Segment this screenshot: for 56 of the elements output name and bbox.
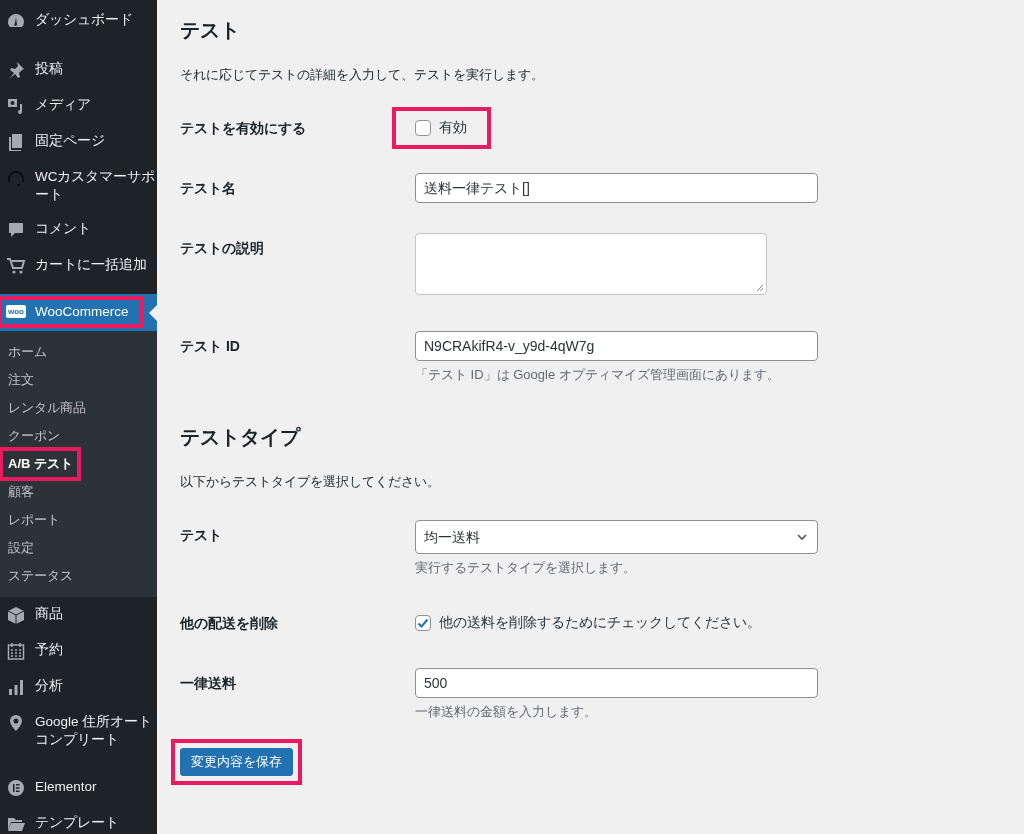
field-label: テスト (180, 526, 223, 545)
field-label: テスト名 (180, 179, 237, 198)
sidebar-item[interactable]: Google 住所オートコンプリート (0, 705, 157, 757)
section-heading: テスト (180, 18, 241, 42)
resize-handle-icon[interactable] (756, 284, 764, 292)
sidebar-item[interactable]: ダッシュボード (0, 3, 157, 39)
submenu-item[interactable]: 注文 (0, 366, 157, 394)
sidebar-item[interactable]: WCカスタマーサポート (0, 160, 157, 212)
sidebar-item[interactable]: 投稿 (0, 52, 157, 88)
submenu-item[interactable]: ホーム (0, 338, 157, 366)
sidebar-item[interactable]: カートに一括追加 (0, 248, 157, 284)
checkbox-option[interactable]: 有効 (415, 113, 467, 143)
sidebar-item[interactable]: woo WooCommerce (0, 294, 157, 331)
checkbox-option[interactable]: 他の送料を削除するためにチェックしてください。 (415, 608, 761, 638)
textarea-field[interactable] (415, 233, 767, 295)
elementor-icon (6, 778, 26, 798)
section-description: それに応じてテストの詳細を入力して、テストを実行します。 (180, 66, 545, 84)
speech-bubble-icon (6, 220, 26, 240)
sidebar-item[interactable]: 固定ページ (0, 124, 157, 160)
section-heading: テストタイプ (180, 425, 302, 449)
field-help-text: 実行するテストタイプを選択します。 (415, 559, 637, 577)
select-dropdown[interactable]: 均一送料 (415, 520, 818, 554)
submenu-item[interactable]: レンタル商品 (0, 394, 157, 422)
submenu-item[interactable]: 設定 (0, 534, 157, 562)
field-label: テストの説明 (180, 239, 265, 258)
sidebar-item[interactable]: 商品 (0, 597, 157, 633)
field-label: テスト ID (180, 337, 241, 356)
text-field[interactable]: 500 (415, 668, 818, 698)
sidebar-item[interactable]: 予約 (0, 633, 157, 669)
pushpin-icon (6, 60, 26, 80)
field-help-text: 「テスト ID」は Google オプティマイズ管理画面にあります。 (415, 366, 781, 384)
field-label: テストを有効にする (180, 119, 307, 138)
section-description: 以下からテストタイプを選択してください。 (180, 473, 441, 491)
submenu-item[interactable]: レポート (0, 506, 157, 534)
checkbox[interactable] (415, 120, 431, 136)
text-field[interactable]: N9CRAkifR4-v_y9d-4qW7g (415, 331, 818, 361)
field-label: 一律送料 (180, 674, 237, 693)
checkbox[interactable] (415, 615, 431, 631)
box-icon (6, 605, 26, 625)
submenu-item[interactable]: ステータス (0, 562, 157, 590)
sidebar-item[interactable]: 分析 (0, 669, 157, 705)
woo-logo-icon: woo (6, 305, 26, 318)
submenu-item[interactable]: 顧客 (0, 478, 157, 506)
sidebar-item[interactable]: コメント (0, 212, 157, 248)
sidebar-item[interactable]: メディア (0, 88, 157, 124)
cart-icon (6, 256, 26, 276)
save-button[interactable]: 変更内容を保存 (180, 748, 293, 776)
field-label: 他の配送を削除 (180, 614, 279, 633)
field-help-text: 一律送料の金額を入力します。 (415, 703, 598, 721)
text-field[interactable]: 送料一律テスト[] (415, 173, 818, 203)
bar-chart-icon (6, 677, 26, 697)
sidebar-item[interactable]: テンプレート (0, 806, 157, 834)
submenu-item[interactable]: A/B テスト (2, 450, 78, 478)
calendar-icon (6, 641, 26, 661)
submenu-item[interactable]: クーポン (0, 422, 157, 450)
sidebar-item[interactable]: Elementor (0, 770, 157, 806)
